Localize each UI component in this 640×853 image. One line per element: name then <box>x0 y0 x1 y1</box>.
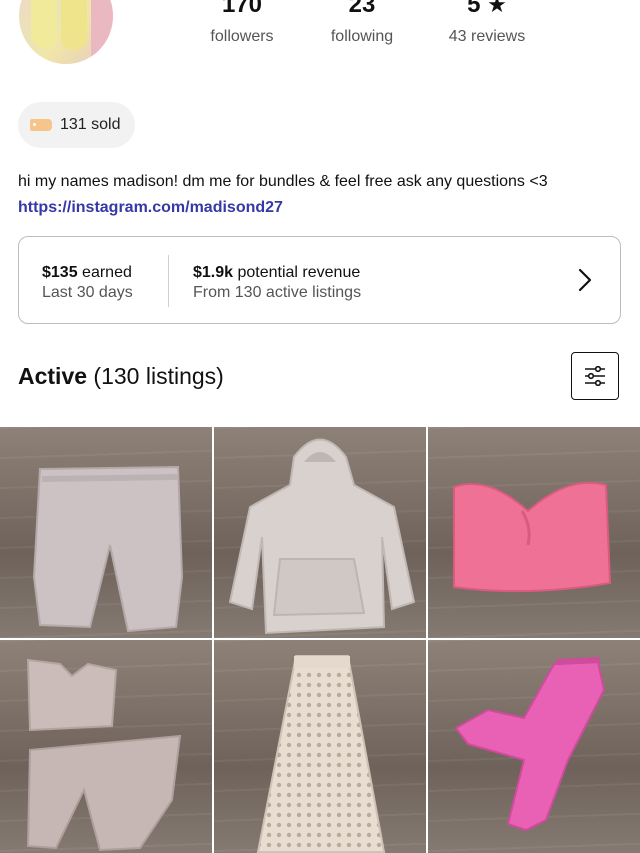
listing-tile-hoodie[interactable] <box>214 427 426 638</box>
potential-source: From 130 active listings <box>193 284 362 301</box>
rating-value: 5 <box>467 0 481 18</box>
followers-label: followers <box>210 28 274 45</box>
following-stat[interactable]: 23 following <box>322 0 402 46</box>
listing-tile-crochet-skirt[interactable] <box>214 640 426 853</box>
reviews-label: 43 reviews <box>448 28 526 45</box>
tag-icon <box>30 119 52 131</box>
filter-button[interactable] <box>571 352 619 400</box>
potential-section: $1.9k potential revenue From 130 active … <box>193 263 361 303</box>
chevron-right-icon <box>578 268 592 292</box>
active-count: (130 listings) <box>87 363 224 389</box>
listing-tile-joggers[interactable] <box>428 640 640 853</box>
joggers-image <box>454 657 606 832</box>
earned-label: earned <box>77 264 132 281</box>
avatar[interactable] <box>19 0 113 64</box>
active-title: Active <box>18 363 88 389</box>
crochet-skirt-image <box>256 655 386 853</box>
earned-period: Last 30 days <box>42 284 133 301</box>
listing-tile-shorts[interactable] <box>0 427 212 638</box>
potential-label: potential revenue <box>233 264 361 281</box>
listings-grid <box>0 427 640 853</box>
earned-section: $135 earned Last 30 days <box>42 263 133 303</box>
sold-badge: 131 sold <box>18 102 135 148</box>
listing-tile-vest-and-pants-set[interactable] <box>0 640 212 853</box>
listing-tile-tube-top[interactable] <box>428 427 640 638</box>
reviews-stat[interactable]: 5 ★ 43 reviews <box>440 0 534 46</box>
shorts-image <box>32 465 184 633</box>
earned-value: $135 <box>42 264 78 281</box>
sold-count: 131 sold <box>60 116 121 133</box>
avatar-photo-person <box>61 0 87 50</box>
filter-sliders-icon <box>585 366 605 386</box>
hoodie-image <box>228 438 416 635</box>
potential-value: $1.9k <box>193 264 234 281</box>
followers-count: 170 <box>221 0 263 18</box>
instagram-link[interactable]: https://instagram.com/madisond27 <box>18 199 283 217</box>
earnings-card[interactable]: $135 earned Last 30 days $1.9k potential… <box>18 236 621 324</box>
star-icon: ★ <box>487 0 507 17</box>
profile-bio: hi my names madison! dm me for bundles &… <box>18 173 548 190</box>
avatar-photo-bg <box>91 0 113 64</box>
avatar-photo-person <box>31 0 57 48</box>
followers-stat[interactable]: 170 followers <box>203 0 281 46</box>
card-divider <box>168 255 169 307</box>
active-listings-heading: Active (130 listings) <box>18 363 224 390</box>
following-count: 23 <box>348 0 376 18</box>
tube-top-image <box>453 481 612 593</box>
following-label: following <box>330 28 394 45</box>
vest-and-pants-image <box>26 658 182 852</box>
